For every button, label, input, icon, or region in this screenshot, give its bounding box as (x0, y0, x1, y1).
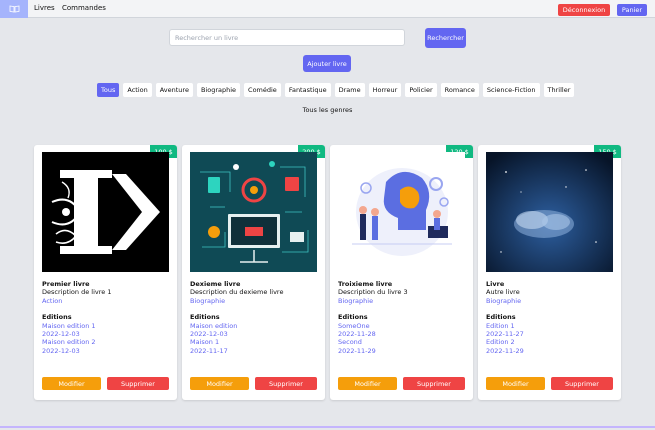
bottom-divider (0, 426, 655, 428)
genre-tous[interactable]: Tous (97, 83, 120, 97)
delete-button[interactable]: Supprimer (403, 377, 465, 390)
edit-button[interactable]: Modifier (190, 377, 249, 390)
book-description: Autre livre (486, 288, 520, 297)
edit-button[interactable]: Modifier (486, 377, 545, 390)
book-genre: Biographie (338, 296, 374, 305)
card-actions: Modifier Supprimer (190, 377, 317, 390)
edition-date: 2022-11-29 (338, 346, 376, 355)
delete-button[interactable]: Supprimer (551, 377, 613, 390)
book-cover-image (42, 152, 169, 272)
book-description: Description du livre 3 (338, 288, 408, 297)
edition-name: Second (338, 338, 362, 347)
genre-drame[interactable]: Drame (334, 83, 365, 97)
edition-date: 2022-11-29 (486, 346, 524, 355)
genre-fantastique[interactable]: Fantastique (284, 83, 331, 97)
edition-name: Maison edition 2 (42, 338, 96, 347)
card-actions: Modifier Supprimer (338, 377, 465, 390)
card-actions: Modifier Supprimer (42, 377, 169, 390)
genre-action[interactable]: Action (123, 83, 152, 97)
edition-date: 2022-12-03 (190, 330, 228, 339)
book-card: 120 $ Troixieme livre Description du liv… (330, 145, 473, 400)
book-title: Dexieme livre (190, 280, 241, 288)
top-nav-bar: Livres Commandes Déconnexion Panier (0, 0, 655, 18)
genre-science-fiction[interactable]: Science-Fiction (482, 83, 540, 97)
genre-policier[interactable]: Policier (405, 83, 437, 97)
book-info: Troixieme livre Description du livre 3 B… (338, 280, 468, 355)
book-title: Livre (486, 280, 505, 288)
edition-name: Edition 2 (486, 338, 515, 347)
logout-button[interactable]: Déconnexion (558, 4, 610, 16)
edition-name: Maison 1 (190, 338, 220, 347)
editions-heading: Editions (338, 313, 368, 322)
book-info: Livre Autre livre Biographie Editions Ed… (486, 280, 616, 355)
book-genre: Biographie (190, 296, 226, 305)
genre-comedie[interactable]: Comédie (244, 83, 281, 97)
edition-date: 2022-11-28 (338, 330, 376, 339)
edit-button[interactable]: Modifier (42, 377, 101, 390)
book-description: Description de livre 1 (42, 288, 112, 297)
book-title: Premier livre (42, 280, 90, 288)
genre-section-title: Tous les genres (302, 106, 353, 114)
editions-heading: Editions (486, 313, 516, 322)
delete-button[interactable]: Supprimer (255, 377, 317, 390)
book-info: Dexieme livre Description du dexieme liv… (190, 280, 320, 355)
book-cover-image (338, 152, 465, 272)
book-card: 200 $ Dexieme livre Description du dexie… (182, 145, 325, 400)
book-genre: Action (42, 296, 63, 305)
book-cover-image (190, 152, 317, 272)
edit-button[interactable]: Modifier (338, 377, 397, 390)
editions-heading: Editions (190, 313, 220, 322)
search-button[interactable]: Rechercher (425, 28, 466, 48)
book-description: Description du dexieme livre (190, 288, 284, 297)
genre-filter-bar: Tous Action Aventure Biographie Comédie … (97, 83, 575, 97)
genre-horreur[interactable]: Horreur (368, 83, 402, 97)
cart-button[interactable]: Panier (617, 4, 647, 16)
edition-name: Maison edition (190, 321, 238, 330)
edition-name: Edition 1 (486, 321, 515, 330)
edition-name: SomeOne (338, 321, 370, 330)
book-logo-icon[interactable] (0, 0, 28, 18)
genre-aventure[interactable]: Aventure (155, 83, 193, 97)
add-book-button[interactable]: Ajouter livre (303, 55, 351, 72)
edition-date: 2022-12-03 (42, 346, 80, 355)
genre-thriller[interactable]: Thriller (543, 83, 575, 97)
genre-biographie[interactable]: Biographie (196, 83, 241, 97)
editions-heading: Editions (42, 313, 72, 322)
book-cover-image (486, 152, 613, 272)
book-card: 100 $ Premier livre Description de livre… (34, 145, 177, 400)
edition-date: 2022-12-03 (42, 330, 80, 339)
edition-date: 2022-11-27 (486, 330, 524, 339)
card-actions: Modifier Supprimer (486, 377, 613, 390)
edition-name: Maison edition 1 (42, 321, 96, 330)
search-input[interactable] (169, 29, 405, 46)
edition-date: 2022-11-17 (190, 346, 228, 355)
delete-button[interactable]: Supprimer (107, 377, 169, 390)
book-card: 150 $ Livre Autre livre Biographie Editi… (478, 145, 621, 400)
book-info: Premier livre Description de livre 1 Act… (42, 280, 172, 355)
nav-books-link[interactable]: Livres (34, 4, 55, 12)
nav-orders-link[interactable]: Commandes (62, 4, 106, 12)
book-genre: Biographie (486, 296, 522, 305)
genre-romance[interactable]: Romance (440, 83, 479, 97)
book-title: Troixieme livre (338, 280, 393, 288)
